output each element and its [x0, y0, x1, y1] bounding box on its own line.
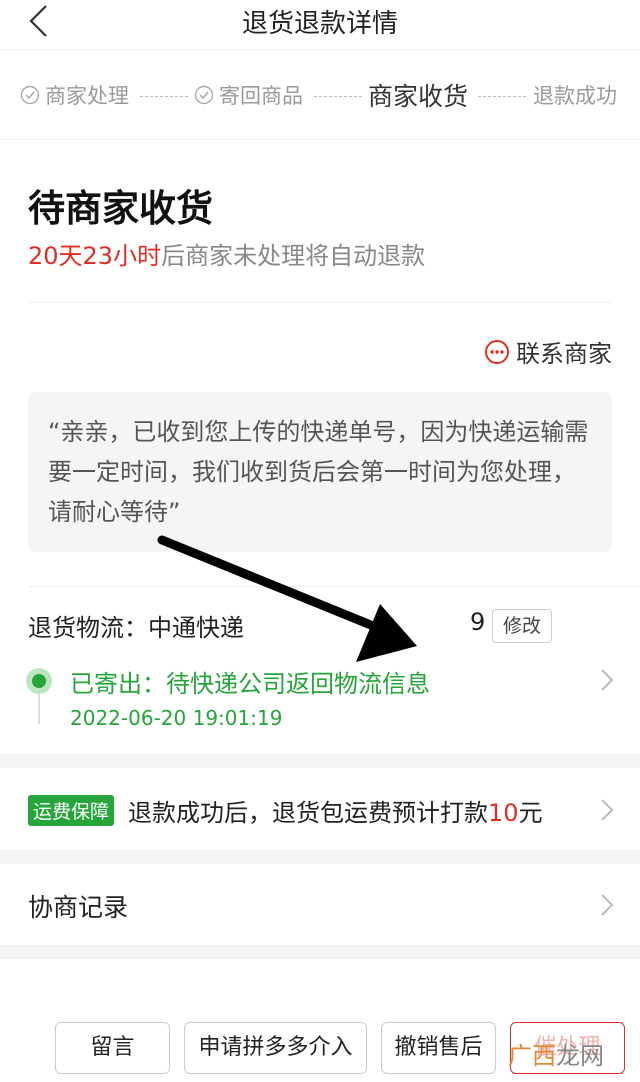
status-title: 待商家收货 — [28, 187, 213, 230]
negotiation-record-row[interactable]: 协商记录 — [28, 888, 128, 924]
chevron-right-icon[interactable] — [600, 668, 614, 692]
message-button[interactable]: 留言 — [55, 1022, 170, 1074]
freight-guarantee-row[interactable]: 运费保障 退款成功后，退货包运费预计打款10元 — [28, 793, 543, 828]
step-connector — [314, 96, 362, 97]
countdown-text: 20天23小时后商家未处理将自动退款 — [28, 236, 425, 271]
step-connector — [478, 96, 526, 97]
section-separator — [0, 945, 640, 959]
logistics-time: 2022-06-20 19:01:19 — [70, 706, 283, 730]
chat-icon — [485, 339, 509, 364]
logistics-status[interactable]: 已寄出：待快递公司返回物流信息 — [70, 664, 430, 699]
watermark: 广西龙网 — [508, 1042, 604, 1070]
timeline-line — [38, 694, 40, 724]
request-intervention-button[interactable]: 申请拼多多介入 — [184, 1022, 367, 1074]
redacted-tracking-number — [278, 612, 466, 642]
step-label: 寄回商品 — [219, 84, 303, 108]
divider — [28, 586, 640, 587]
check-circle-icon — [20, 85, 40, 105]
status-dot — [26, 668, 52, 694]
countdown-time: 20天23小时 — [28, 242, 162, 270]
logistics-carrier: 中通快递 — [148, 614, 244, 642]
contact-merchant-button[interactable]: 联系商家 — [484, 334, 612, 369]
freight-badge: 运费保障 — [28, 795, 115, 826]
tracking-number-tail: 9 — [470, 608, 486, 636]
check-circle-icon — [194, 85, 214, 105]
cancel-aftersale-button[interactable]: 撤销售后 — [381, 1022, 496, 1074]
progress-steps: 商家处理 寄回商品 商家收货 退款成功 — [0, 50, 640, 140]
logistics-label: 退货物流： — [28, 614, 148, 642]
step-label: 商家处理 — [45, 84, 129, 108]
chevron-right-icon[interactable] — [600, 798, 614, 822]
step-return-goods: 寄回商品 — [194, 80, 303, 110]
step-refund-success: 退款成功 — [533, 80, 617, 110]
step-label: 退款成功 — [533, 84, 617, 108]
return-logistics-row: 退货物流：中通快递 — [28, 608, 244, 643]
nav-bar: 退货退款详情 — [0, 0, 640, 50]
page-title: 退货退款详情 — [241, 9, 398, 39]
chevron-right-icon[interactable] — [600, 893, 614, 917]
step-merchant-processing: 商家处理 — [20, 80, 129, 110]
step-connector — [140, 96, 188, 97]
freight-amount: 10 — [488, 799, 519, 827]
modify-button[interactable]: 修改 — [492, 609, 552, 643]
step-merchant-receipt: 商家收货 — [368, 77, 468, 113]
merchant-message: “亲亲，已收到您上传的快递单号，因为快递运输需要一定时间，我们收到货后会第一时间… — [28, 392, 612, 552]
contact-label: 联系商家 — [516, 340, 612, 368]
countdown-suffix: 后商家未处理将自动退款 — [161, 242, 426, 270]
freight-text: 退款成功后，退货包运费预计打款10元 — [128, 799, 543, 827]
step-label: 商家收货 — [368, 82, 469, 111]
section-separator — [0, 754, 640, 768]
divider — [28, 302, 612, 303]
section-separator — [0, 850, 640, 864]
